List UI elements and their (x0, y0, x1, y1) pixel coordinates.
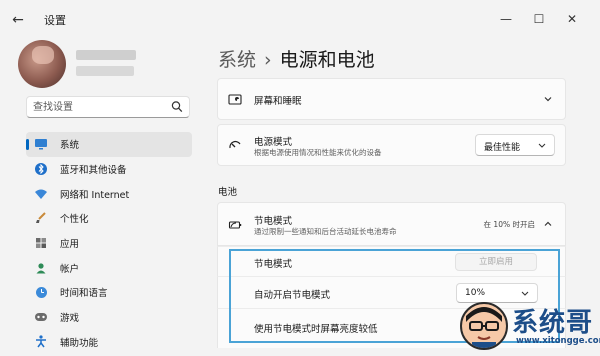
sidebar-item-network[interactable]: 网络和 Internet (26, 181, 192, 206)
power-mode-subtitle: 根据电源使用情况和性能来优化的设备 (254, 148, 382, 157)
sidebar-item-label: 系统 (60, 140, 80, 152)
sidebar-item-accounts[interactable]: 帐户 (26, 255, 192, 280)
enable-now-button[interactable]: 立即启用 (455, 253, 537, 271)
sidebar-item-personalization[interactable]: 个性化 (26, 206, 192, 231)
sidebar-item-label: 帐户 (60, 263, 80, 275)
window-title: 设置 (44, 14, 66, 27)
minimize-button[interactable]: — (492, 8, 520, 30)
gamepad-icon (34, 310, 48, 324)
power-mode-value: 最佳性能 (484, 143, 521, 153)
sidebar-item-label: 网络和 Internet (60, 189, 130, 201)
breadcrumb-root[interactable]: 系统 (218, 49, 256, 71)
maximize-button[interactable]: ☐ (525, 8, 553, 30)
battery-saver-card[interactable]: 节电模式 通过限制一些通知和后台活动延长电池寿命 在 10% 时开启 (217, 202, 566, 246)
close-button[interactable]: ✕ (558, 8, 586, 30)
sidebar-item-label: 个性化 (60, 214, 89, 226)
auto-on-threshold-value: 10% (465, 288, 486, 298)
search-box[interactable] (26, 96, 190, 118)
system-monitor-icon (34, 137, 48, 151)
breadcrumb: 系统 › 电源和电池 (218, 45, 375, 72)
back-button[interactable]: ← (8, 10, 28, 30)
accessibility-icon (34, 335, 48, 349)
chevron-down-icon (521, 291, 529, 296)
watermark: 系统哥 www.xitongge.com (460, 298, 600, 356)
battery-saver-row-label: 节电模式 (254, 259, 293, 270)
sidebar-item-label: 蓝牙和其他设备 (60, 165, 127, 177)
watermark-url: www.xitongge.com (516, 336, 600, 346)
sidebar-item-bluetooth[interactable]: 蓝牙和其他设备 (26, 157, 192, 182)
page-title: 电源和电池 (279, 49, 375, 71)
sidebar-item-system[interactable]: 系统 (26, 132, 192, 157)
search-icon[interactable] (171, 100, 183, 114)
globe-clock-icon (34, 285, 48, 299)
dim-screen-label: 使用节电模式时屏幕亮度较低 (254, 324, 378, 335)
apps-icon (34, 236, 48, 250)
power-mode-icon (229, 140, 241, 149)
battery-saver-icon (228, 221, 242, 229)
title-bar: ← 设置 — ☐ ✕ (0, 0, 600, 40)
settings-window: ← 设置 — ☐ ✕ 系统 蓝牙和其他设备 (0, 0, 600, 356)
user-name-blurred (76, 50, 136, 60)
screen-sleep-title: 屏幕和睡眠 (254, 96, 302, 107)
watermark-text: 系统哥 (512, 308, 594, 338)
battery-saver-subtitle: 通过限制一些通知和后台活动延长电池寿命 (254, 227, 397, 236)
sidebar-item-time-language[interactable]: 时间和语言 (26, 280, 192, 305)
power-mode-select[interactable]: 最佳性能 (475, 134, 555, 156)
person-icon (34, 261, 48, 275)
battery-section-label: 电池 (218, 187, 238, 198)
battery-saver-title: 节电模式 (254, 216, 293, 227)
auto-on-label: 自动开启节电模式 (254, 290, 331, 301)
search-input[interactable] (33, 100, 163, 114)
chevron-down-icon[interactable] (543, 94, 553, 104)
sidebar-item-label: 应用 (60, 239, 80, 251)
sidebar-nav: 系统 蓝牙和其他设备 网络和 Internet 个性化 应用 帐户 时间和语言 … (26, 132, 192, 354)
screen-sleep-card[interactable]: 屏幕和睡眠 (217, 78, 566, 120)
user-email-blurred (76, 66, 134, 76)
sidebar-item-label: 辅助功能 (60, 337, 99, 349)
power-mode-card: 电源模式 根据电源使用情况和性能来优化的设备 最佳性能 (217, 124, 566, 166)
sidebar-item-label: 游戏 (60, 313, 80, 325)
sidebar-item-label: 时间和语言 (60, 288, 108, 300)
watermark-logo (460, 302, 508, 350)
breadcrumb-separator: › (264, 49, 272, 71)
wifi-icon (34, 187, 48, 201)
brush-icon (34, 211, 48, 225)
bluetooth-icon (34, 162, 48, 176)
sidebar-item-accessibility[interactable]: 辅助功能 (26, 330, 192, 355)
chevron-down-icon (538, 143, 546, 148)
sidebar-item-gaming[interactable]: 游戏 (26, 305, 192, 330)
screen-sleep-icon (228, 94, 242, 105)
sidebar-item-apps[interactable]: 应用 (26, 231, 192, 256)
chevron-up-icon[interactable] (543, 219, 553, 229)
power-mode-title: 电源模式 (254, 137, 293, 148)
battery-saver-status: 在 10% 时开启 (483, 220, 535, 229)
battery-saver-toggle-row: 节电模式 立即启用 (217, 246, 566, 276)
avatar[interactable] (18, 40, 66, 88)
